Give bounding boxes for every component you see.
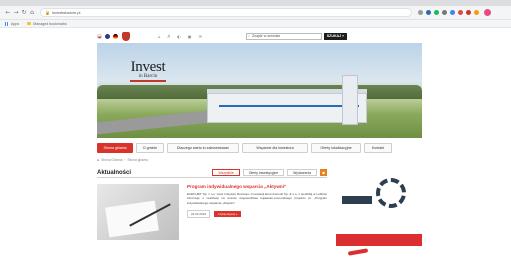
contrast-icon[interactable]: ◐	[177, 34, 181, 39]
article-thumbnail[interactable]	[97, 184, 179, 240]
municipality-crest-icon[interactable]	[122, 31, 130, 41]
breadcrumb-item: Strona główna	[127, 158, 148, 162]
promo-label	[342, 196, 372, 204]
nav-home[interactable]: Strona główna	[97, 143, 133, 153]
nav-why-invest[interactable]: Dlaczego warto tu zainwestować	[167, 143, 239, 153]
extension-icon[interactable]	[434, 10, 439, 15]
search-button[interactable]: SZUKAJ »	[323, 32, 347, 40]
tab-events[interactable]: Wydarzenia	[287, 169, 317, 176]
font-size-icon[interactable]: A	[168, 34, 171, 39]
tab-all[interactable]: Wszystkie	[212, 169, 240, 176]
rss-icon[interactable]: ◉	[320, 169, 327, 176]
tab-investment-offers[interactable]: Oferty inwestycyjne	[242, 169, 285, 176]
language-switcher	[97, 33, 118, 39]
promo-banner[interactable]	[336, 174, 422, 214]
article-footer: 22.02.2019 czytaj więcej »	[187, 209, 327, 218]
bookmark-apps[interactable]: Apps	[5, 21, 19, 26]
site-topbar: ⌂ A ◐ ▣ ✉ ⌕ Znajdź w serwisie SZUKAJ »	[97, 29, 422, 43]
nav-location-offers[interactable]: Oferty lokalizacyjne	[311, 143, 361, 153]
accessibility-tools: ⌂ A ◐ ▣ ✉	[158, 34, 202, 39]
home-icon[interactable]: ⌂	[158, 34, 161, 39]
sitemap-icon[interactable]: ▣	[188, 34, 192, 39]
reload-icon[interactable]: ↻	[20, 9, 28, 16]
breadcrumb-separator: ›	[124, 158, 126, 162]
news-article: Program indywidualnego wsparcia „Aktywni…	[97, 184, 327, 240]
extension-icon[interactable]	[426, 10, 431, 15]
news-tabs: Wszystkie Oferty inwestycyjne Wydarzenia…	[212, 169, 327, 176]
nav-about[interactable]: O gminie	[136, 143, 164, 153]
flag-pl-icon[interactable]	[97, 33, 102, 39]
hero-stripe	[219, 105, 359, 107]
logo-underline	[130, 80, 166, 82]
sidebar	[336, 174, 422, 266]
mail-icon[interactable]: ✉	[199, 34, 202, 39]
extension-icon[interactable]	[450, 10, 455, 15]
apps-icon	[5, 21, 9, 26]
polish-flag-banner[interactable]	[336, 216, 422, 246]
main-nav: Strona główna O gminie Dlaczego warto tu…	[97, 141, 422, 155]
extensions-area	[418, 10, 479, 15]
hero-banner: Invest in Barcin	[97, 43, 422, 138]
bookmarks-bar: Apps Managed bookmarks	[0, 20, 511, 28]
site-search: ⌕ Znajdź w serwisie SZUKAJ »	[245, 32, 347, 40]
extension-icon[interactable]	[458, 10, 463, 15]
extension-icon[interactable]	[466, 10, 471, 15]
extension-icon[interactable]	[474, 10, 479, 15]
flag-en-icon[interactable]	[105, 33, 110, 39]
address-text: investwbarcin.pl	[51, 10, 81, 15]
forward-icon[interactable]: →	[12, 9, 20, 16]
breadcrumb-item[interactable]: Strona Główna	[101, 158, 122, 162]
search-icon: ⌕	[247, 34, 250, 38]
article-title[interactable]: Program indywidualnego wsparcia „Aktywni…	[187, 184, 327, 189]
site-logo[interactable]: Invest in Barcin	[125, 59, 171, 97]
news-header: Aktualności Wszystkie Oferty inwestycyjn…	[97, 169, 327, 178]
hero-tower	[342, 75, 358, 125]
extension-icon[interactable]	[442, 10, 447, 15]
address-bar[interactable]: 🔒 investwbarcin.pl	[40, 8, 412, 17]
flag-de-icon[interactable]	[113, 33, 118, 39]
thumb-paper	[105, 200, 159, 238]
promo-graphic	[376, 178, 406, 208]
profile-avatar[interactable]	[484, 9, 491, 16]
back-icon[interactable]: ←	[4, 9, 12, 16]
decorative-mark	[347, 248, 369, 256]
read-more-button[interactable]: czytaj więcej »	[214, 210, 242, 217]
article-date: 22.02.2019	[187, 209, 211, 218]
home-icon[interactable]: ⌂	[28, 9, 36, 16]
nav-contact[interactable]: Kontakt	[364, 143, 392, 153]
home-icon[interactable]: ⌂	[97, 158, 99, 162]
lock-icon: 🔒	[45, 10, 50, 15]
browser-toolbar: ← → ↻ ⌂ 🔒 investwbarcin.pl	[0, 6, 511, 20]
article-body: Program indywidualnego wsparcia „Aktywni…	[187, 184, 327, 240]
star-icon[interactable]	[418, 10, 423, 15]
search-input[interactable]: ⌕ Znajdź w serwisie	[245, 32, 322, 40]
bookmark-managed[interactable]: Managed bookmarks	[27, 22, 67, 26]
breadcrumb: ⌂ Strona Główna › Strona główna	[97, 158, 422, 162]
nav-investor-support[interactable]: Wsparcie dla inwestora	[242, 143, 308, 153]
folder-icon	[27, 22, 32, 25]
article-text: EURO-BIT Sp. z o.o. wraz Instytutu Rozwo…	[187, 192, 327, 205]
news-title: Aktualności	[97, 170, 132, 176]
